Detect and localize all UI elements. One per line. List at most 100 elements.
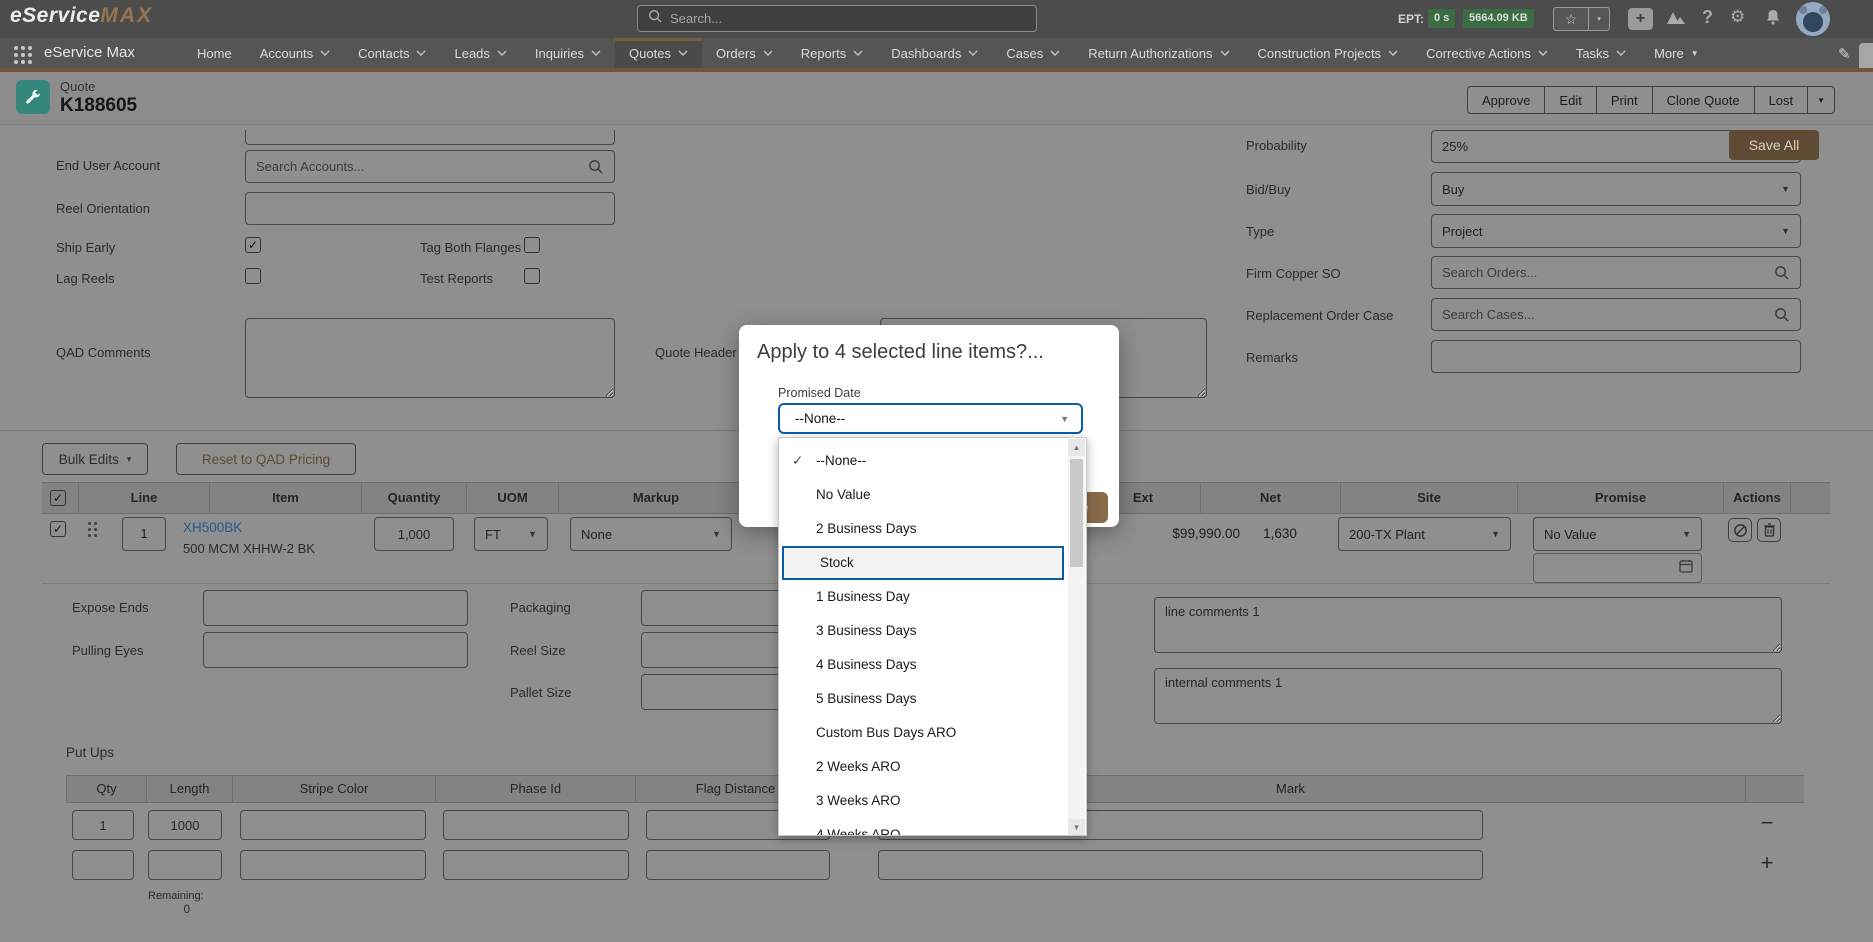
drag-handle-icon[interactable]: [88, 522, 91, 525]
tab-inquiries[interactable]: Inquiries: [521, 38, 615, 68]
lag-reels-checkbox[interactable]: [245, 268, 261, 284]
add-putup-row-button[interactable]: +: [1752, 848, 1782, 878]
qad-comments-textarea[interactable]: [245, 318, 615, 398]
putups-qty-input[interactable]: [72, 810, 134, 840]
qad-comments-label: QAD Comments: [56, 345, 151, 360]
scroll-down-arrow-icon[interactable]: ▼: [1068, 819, 1085, 836]
tab-tasks[interactable]: Tasks: [1562, 38, 1640, 68]
dropdown-option-5-business-days[interactable]: 5 Business Days: [780, 682, 1068, 716]
reel-orientation-input[interactable]: [245, 192, 615, 225]
putups-flag-distance-input[interactable]: [646, 850, 830, 880]
bid-buy-select[interactable]: Buy▼: [1431, 172, 1801, 206]
tab-dashboards[interactable]: Dashboards: [877, 38, 992, 68]
dropdown-option-2-business-days[interactable]: 2 Business Days: [780, 512, 1068, 546]
tab-cases[interactable]: Cases: [992, 38, 1074, 68]
clipped-field-sliver[interactable]: [245, 130, 615, 145]
putups-stripe-color-input[interactable]: [240, 810, 426, 840]
dropdown-option-custom-bus-days-aro[interactable]: Custom Bus Days ARO: [780, 716, 1068, 750]
putups-length-input[interactable]: [148, 810, 222, 840]
dropdown-option-2-weeks-aro[interactable]: 2 Weeks ARO: [780, 750, 1068, 784]
replacement-order-case-input[interactable]: [1431, 298, 1801, 331]
scroll-up-arrow-icon[interactable]: ▲: [1068, 439, 1085, 456]
lost-button[interactable]: Lost: [1754, 86, 1809, 114]
save-all-button[interactable]: Save All: [1729, 130, 1819, 160]
bulk-edits-button[interactable]: Bulk Edits▾: [42, 443, 148, 475]
favorite-star-button[interactable]: ☆: [1553, 7, 1589, 31]
tab-more[interactable]: More▼: [1640, 38, 1713, 68]
promise-date-input[interactable]: [1533, 553, 1702, 583]
dropdown-option-4-weeks-aro[interactable]: 4 Weeks ARO: [780, 818, 1068, 836]
putups-stripe-color-input[interactable]: [240, 850, 426, 880]
uom-select[interactable]: FT▼: [474, 517, 548, 551]
tab-accounts[interactable]: Accounts: [246, 38, 344, 68]
putups-phase-id-input[interactable]: [443, 850, 629, 880]
dropdown-option-stock[interactable]: Stock: [782, 546, 1064, 580]
test-reports-checkbox[interactable]: [524, 268, 540, 284]
tab-orders[interactable]: Orders: [702, 38, 787, 68]
ship-early-checkbox[interactable]: [245, 237, 261, 253]
dropdown-option-3-weeks-aro[interactable]: 3 Weeks ARO: [780, 784, 1068, 818]
gear-icon[interactable]: ⚙: [1730, 7, 1745, 27]
reset-to-qad-pricing-button[interactable]: Reset to QAD Pricing: [176, 443, 356, 475]
select-all-checkbox[interactable]: [50, 490, 66, 506]
remarks-input[interactable]: [1431, 340, 1801, 373]
row-select-checkbox[interactable]: [50, 521, 66, 537]
firm-copper-so-input[interactable]: [1431, 256, 1801, 289]
edit-pencil-icon[interactable]: ✎: [1838, 45, 1851, 63]
dropdown-option-none[interactable]: ✓--None--: [780, 444, 1068, 478]
global-search-input[interactable]: [670, 11, 1026, 26]
quantity-input[interactable]: [374, 517, 454, 551]
app-launcher-waffle-icon[interactable]: [14, 46, 18, 50]
edit-button[interactable]: Edit: [1544, 86, 1596, 114]
global-search[interactable]: [637, 5, 1037, 32]
trailhead-mountain-icon[interactable]: [1664, 9, 1688, 34]
app-name: eService Max: [44, 44, 135, 61]
end-user-account-input[interactable]: [245, 150, 615, 183]
favorite-caret-button[interactable]: ▾: [1588, 7, 1610, 31]
tag-both-flanges-checkbox[interactable]: [524, 237, 540, 253]
tab-quotes[interactable]: Quotes: [615, 38, 702, 68]
item-code-link[interactable]: XH500BK: [183, 520, 242, 535]
putups-mark-input[interactable]: [878, 850, 1483, 880]
dropdown-option-1-business-day[interactable]: 1 Business Day: [780, 580, 1068, 614]
scrollbar-thumb[interactable]: [1070, 459, 1083, 567]
quick-add-plus-icon[interactable]: +: [1628, 8, 1653, 30]
chevron-down-icon: [1050, 50, 1060, 56]
tab-construction-projects[interactable]: Construction Projects: [1244, 38, 1413, 68]
dropdown-option-no-value[interactable]: No Value: [780, 478, 1068, 512]
dropdown-option-3-business-days[interactable]: 3 Business Days: [780, 614, 1068, 648]
tab-contacts[interactable]: Contacts: [344, 38, 440, 68]
scrollbar[interactable]: ▲ ▼: [1068, 439, 1085, 836]
promise-select[interactable]: No Value▼: [1533, 517, 1702, 551]
more-actions-caret-button[interactable]: ▼: [1807, 86, 1835, 114]
putups-length-input[interactable]: [148, 850, 222, 880]
line-comments-textarea[interactable]: line comments 1: [1154, 597, 1782, 653]
trash-icon-button[interactable]: [1757, 518, 1781, 542]
avatar[interactable]: [1796, 2, 1830, 36]
pulling-eyes-input[interactable]: [203, 632, 468, 668]
remove-putup-row-button[interactable]: −: [1752, 808, 1782, 838]
help-question-icon[interactable]: ?: [1702, 7, 1713, 28]
tab-return-authorizations[interactable]: Return Authorizations: [1074, 38, 1243, 68]
uom-value: FT: [485, 527, 501, 542]
promised-date-select[interactable]: --None-- ▼: [778, 403, 1083, 434]
clone-quote-button[interactable]: Clone Quote: [1652, 86, 1755, 114]
tab-reports[interactable]: Reports: [787, 38, 878, 68]
markup-select[interactable]: None▼: [570, 517, 732, 551]
putups-header-length: Length: [146, 776, 232, 802]
approve-button[interactable]: Approve: [1467, 86, 1545, 114]
type-select[interactable]: Project▼: [1431, 214, 1801, 248]
expose-ends-input[interactable]: [203, 590, 468, 626]
tab-leads[interactable]: Leads: [440, 38, 520, 68]
putups-qty-input[interactable]: [72, 850, 134, 880]
dropdown-option-4-business-days[interactable]: 4 Business Days: [780, 648, 1068, 682]
slash-circle-icon-button[interactable]: [1728, 518, 1752, 542]
line-number-box[interactable]: 1: [122, 517, 166, 551]
tab-corrective-actions[interactable]: Corrective Actions: [1412, 38, 1562, 68]
putups-phase-id-input[interactable]: [443, 810, 629, 840]
print-button[interactable]: Print: [1596, 86, 1653, 114]
site-select[interactable]: 200-TX Plant▼: [1338, 517, 1511, 551]
bell-icon[interactable]: [1764, 9, 1782, 32]
internal-comments-textarea[interactable]: internal comments 1: [1154, 668, 1782, 724]
tab-home[interactable]: Home: [183, 38, 246, 68]
